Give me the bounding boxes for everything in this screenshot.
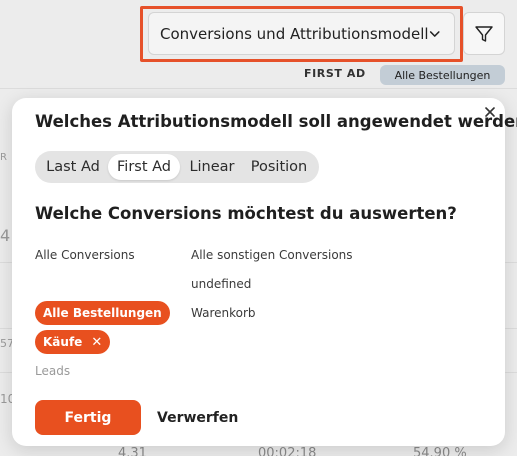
- background-cell: 54.90 %: [413, 446, 467, 456]
- background-fragment: R: [0, 152, 7, 163]
- model-option-first-ad[interactable]: First Ad: [108, 154, 180, 180]
- background-divider: [0, 88, 517, 89]
- conversions-attribution-select[interactable]: Conversions und Attributionsmodell: [148, 12, 455, 55]
- option-other-conversions[interactable]: Alle sonstigen Conversions: [191, 248, 353, 262]
- conversion-filter-pill[interactable]: Alle Bestellungen: [380, 65, 505, 85]
- model-option-last-ad[interactable]: Last Ad: [39, 154, 107, 180]
- option-undefined[interactable]: undefined: [191, 277, 251, 291]
- chip-label: Alle Bestellungen: [43, 306, 162, 320]
- filter-icon: [475, 25, 493, 42]
- option-warenkorb[interactable]: Warenkorb: [191, 306, 256, 320]
- chip-purchases[interactable]: Käufe ✕: [35, 330, 111, 354]
- option-all-conversions[interactable]: Alle Conversions: [35, 248, 135, 262]
- chip-label: Käufe: [43, 335, 83, 349]
- attribution-title: Welches Attributionsmodell soll angewend…: [35, 112, 517, 131]
- chip-all-orders[interactable]: Alle Bestellungen: [35, 301, 170, 325]
- attribution-popup: Welches Attributionsmodell soll angewend…: [12, 98, 517, 446]
- filter-button[interactable]: [463, 12, 505, 55]
- attribution-model-toggle: Last Ad First Ad Linear Position: [35, 151, 319, 183]
- conversions-title: Welche Conversions möchtest du auswerten…: [35, 204, 457, 223]
- background-cell: 00:02:18: [258, 446, 317, 456]
- select-label: Conversions und Attributionsmodell: [160, 24, 429, 43]
- option-leads[interactable]: Leads: [35, 364, 70, 378]
- background-cell: 4.31: [118, 446, 147, 456]
- model-option-linear[interactable]: Linear: [182, 154, 242, 180]
- background-fragment: 4: [0, 226, 11, 245]
- chevron-down-icon: [429, 30, 440, 37]
- discard-button[interactable]: Verwerfen: [157, 400, 238, 435]
- attribution-model-label: FIRST AD: [304, 67, 366, 80]
- remove-chip-icon[interactable]: ✕: [91, 335, 102, 350]
- model-option-position[interactable]: Position: [243, 154, 315, 180]
- done-button[interactable]: Fertig: [35, 400, 141, 435]
